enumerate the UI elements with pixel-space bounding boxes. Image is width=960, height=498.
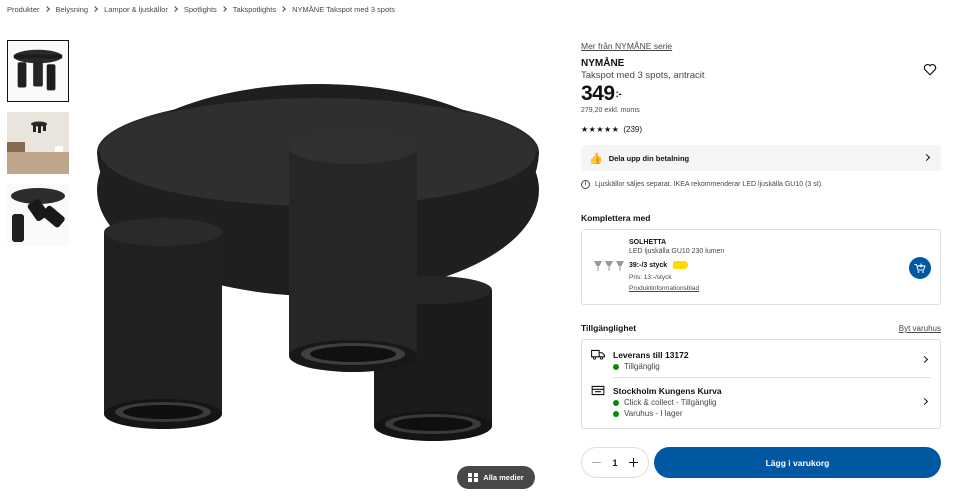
complement-description: LED ljuskälla GU10 230 lumen (629, 248, 725, 255)
all-media-button[interactable]: Alla medier (457, 466, 535, 489)
delivery-title: Leverans till 13172 (613, 350, 689, 360)
room-thumbnail-image (7, 112, 69, 174)
chevron-right-icon (920, 397, 929, 406)
breadcrumb-item-ceiling-spotlights[interactable]: Takspotlights (233, 5, 276, 14)
increase-quantity-button[interactable] (628, 458, 638, 467)
chevron-right-icon (280, 6, 286, 12)
add-complement-to-cart-button[interactable] (909, 257, 931, 279)
available-dot-icon (613, 363, 619, 370)
price-excl-vat: 279,20 exkl. moms (581, 107, 640, 114)
complement-title: Komplettera med (581, 213, 651, 223)
truck-icon (591, 349, 605, 360)
chevron-right-icon (172, 6, 178, 12)
chevron-right-icon (92, 6, 98, 12)
delivery-status: Tillgänglig (613, 362, 660, 371)
thumbnail-3[interactable] (7, 184, 69, 246)
product-name: NYMÅNE (581, 58, 625, 69)
installment-label: Dela upp din betalning (608, 153, 690, 163)
divider (613, 377, 931, 378)
in-store-status: Varuhus - I lager (613, 409, 683, 418)
breadcrumb: Produkter Belysning Lampor & ljuskällor … (7, 3, 395, 15)
heart-icon[interactable] (923, 63, 937, 76)
light-source-note: i Ljuskällor säljes separat. IKEA rekomm… (581, 180, 823, 189)
complement-name: SOLHETTA (629, 239, 667, 246)
store-icon (591, 385, 605, 396)
decrease-quantity-button[interactable] (592, 461, 601, 464)
breadcrumb-item-current: NYMÅNE Takspot med 3 spots (292, 4, 395, 14)
info-icon: i (581, 180, 590, 189)
breadcrumb-item-spotlights[interactable]: Spotlights (184, 5, 217, 14)
product-description: Takspot med 3 spots, antracit (581, 70, 705, 81)
complement-price: 39:-/3 styck (629, 261, 689, 269)
installment-payment-banner[interactable]: 👍 Dela upp din betalning (581, 145, 941, 171)
series-link[interactable]: Mer från NYMÅNE serie (581, 41, 672, 51)
all-media-label: Alla medier (483, 473, 524, 482)
store-row[interactable]: Stockholm Kungens Kurva Click & collect … (582, 385, 940, 425)
chevron-right-icon (920, 355, 929, 364)
availability-title: Tillgänglighet (581, 323, 637, 333)
rating[interactable]: ★★★★★ (239) (581, 125, 642, 134)
chevron-right-icon (922, 153, 931, 162)
thumbs-up-icon: 👍 (589, 152, 603, 165)
chevron-right-icon (43, 6, 50, 12)
add-to-cart-button[interactable]: Lägg i varukorg (654, 447, 941, 478)
cart-add-icon (914, 263, 926, 273)
product-price: 349:- (581, 82, 622, 105)
bulb-product-image (594, 261, 624, 271)
thumbnail-2[interactable] (7, 112, 69, 174)
change-store-link[interactable]: Byt varuhus (899, 324, 941, 333)
in-stock-dot-icon (613, 410, 619, 417)
product-info-sheet-link[interactable]: Produktinformationsblad (629, 285, 699, 292)
star-rating-icon: ★★★★★ (581, 125, 620, 134)
quantity-stepper: 1 (581, 447, 649, 478)
complement-product-card[interactable]: SOLHETTA LED ljuskälla GU10 230 lumen 39… (581, 229, 941, 305)
store-title: Stockholm Kungens Kurva (613, 386, 722, 396)
product-angle-thumbnail-image (7, 184, 69, 246)
breadcrumb-item-products[interactable]: Produkter (7, 5, 40, 14)
click-collect-status: Click & collect - Tillgänglig (613, 398, 716, 407)
product-main-image (78, 40, 548, 450)
available-dot-icon (613, 399, 619, 406)
complement-unit-price: Pris: 13:-/styck (629, 274, 672, 281)
review-count: (239) (623, 125, 643, 134)
quantity-value[interactable]: 1 (612, 458, 617, 468)
product-info-panel: Mer från NYMÅNE serie NYMÅNE Takspot med… (581, 0, 941, 498)
availability-card: Leverans till 13172 Tillgänglig Stockhol… (581, 339, 941, 429)
breadcrumb-item-lamps[interactable]: Lampor & ljuskällor (104, 5, 168, 14)
breadcrumb-item-lighting[interactable]: Belysning (56, 5, 89, 14)
light-source-note-text: Ljuskällor säljes separat. IKEA rekommen… (595, 181, 823, 188)
thumbnail-1[interactable] (7, 40, 69, 102)
product-thumbnail-image (8, 41, 68, 101)
delivery-row[interactable]: Leverans till 13172 Tillgänglig (582, 349, 940, 377)
chevron-right-icon (220, 6, 227, 12)
price-tag-icon (673, 261, 689, 269)
grid-icon (468, 473, 478, 482)
